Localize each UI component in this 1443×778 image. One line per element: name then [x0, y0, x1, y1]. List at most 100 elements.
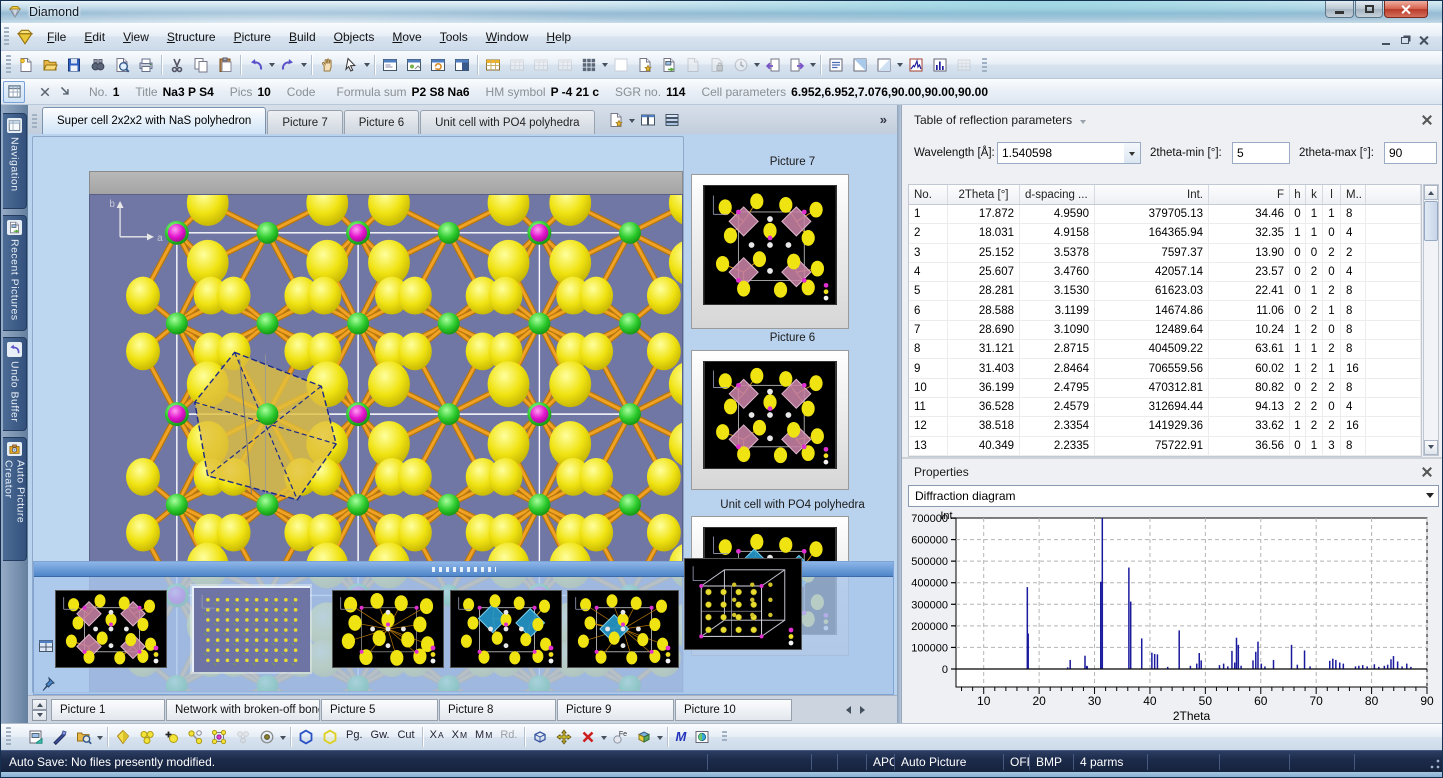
bottom-tab-network-with-broken-off-bonds[interactable]: Network with broken-off bonds: [166, 699, 320, 721]
goto-icon[interactable]: [55, 82, 75, 102]
table-row[interactable]: 728.6903.109012489.6410.241208: [909, 321, 1421, 340]
menu-view[interactable]: View: [114, 25, 158, 49]
column-header-blank[interactable]: [1366, 185, 1421, 204]
tab-picture-6[interactable]: Picture 6: [344, 110, 419, 134]
toolbar-undo-button[interactable]: [244, 53, 268, 77]
sidebar-item-auto-picture-creator[interactable]: Auto Picture Creator: [3, 437, 27, 561]
toolbar-pan-button[interactable]: [315, 53, 339, 77]
toolbar-open-button[interactable]: [38, 53, 62, 77]
column-header-no[interactable]: No.: [909, 185, 948, 204]
tab-super-cell-2x2x2-with-nas-polyhedron[interactable]: Super cell 2x2x2 with NaS polyhedron: [42, 107, 266, 134]
colored-cell[interactable]: [632, 725, 656, 749]
btoolbar-dropdown-arrow[interactable]: [656, 725, 664, 749]
title-bar[interactable]: Diamond: [1, 1, 1442, 23]
toolbar-jump-forward-button[interactable]: [785, 53, 809, 77]
browse-pictures[interactable]: [72, 725, 96, 749]
table-row[interactable]: 1238.5182.3354141929.3633.6212216: [909, 417, 1421, 436]
wavelength-combo[interactable]: [997, 142, 1125, 164]
btoolbar-dropdown-arrow[interactable]: [96, 725, 104, 749]
picture-sphere[interactable]: [690, 725, 714, 749]
destroy[interactable]: [576, 725, 600, 749]
properties-selector-dropdown[interactable]: Diffraction diagram: [908, 485, 1439, 507]
toolbar-table-orange-button[interactable]: [481, 53, 505, 77]
bottom-toolbar-overflow[interactable]: [722, 731, 727, 743]
menu-objects[interactable]: Objects: [325, 25, 384, 49]
doctab-dropdown-arrow[interactable]: [628, 108, 636, 132]
table-row[interactable]: 425.6073.476042057.1423.570204: [909, 263, 1421, 282]
toolbar-split-1-button[interactable]: [848, 53, 872, 77]
toolbar-grid-button[interactable]: [577, 53, 601, 77]
mdi-restore-button[interactable]: [1396, 33, 1413, 48]
table-scrollbar[interactable]: [1423, 184, 1439, 456]
menu-build[interactable]: Build: [280, 25, 325, 49]
menubar-grip[interactable]: [4, 27, 9, 47]
toolbar-print-preview-button[interactable]: [110, 53, 134, 77]
film-thumbnail-picture-5[interactable]: [332, 590, 444, 668]
column-header-d-spacing[interactable]: d-spacing ...: [1020, 185, 1095, 204]
mdi-close-button[interactable]: [1415, 33, 1432, 48]
xm-button[interactable]: XM: [448, 726, 471, 748]
sidebar-item-recent-pictures[interactable]: Recent Pictures: [3, 215, 27, 331]
menu-logo-icon[interactable]: [16, 28, 34, 46]
tab-unit-cell-with-po4-polyhedra[interactable]: Unit cell with PO4 polyhedra: [420, 110, 594, 134]
close-structure-icon[interactable]: [35, 82, 55, 102]
sidebar-item-undo-buffer[interactable]: Undo Buffer: [3, 337, 27, 431]
atom-cluster[interactable]: [135, 725, 159, 749]
doctab-new-picture-button[interactable]: [604, 108, 628, 132]
column-header-h[interactable]: h: [1290, 185, 1306, 204]
bottom-tab-picture-5[interactable]: Picture 5: [321, 699, 438, 721]
toolbar-paste-button[interactable]: [213, 53, 237, 77]
toolbar-blank-button[interactable]: [609, 53, 633, 77]
maximize-button[interactable]: [1355, 1, 1383, 18]
pane-menu-caret[interactable]: [1080, 120, 1086, 127]
tabbar-grip[interactable]: [32, 114, 37, 130]
create-bonds[interactable]: [183, 725, 207, 749]
mm-button[interactable]: MM: [471, 726, 496, 748]
menu-window[interactable]: Window: [477, 25, 538, 49]
toolbar-dropdown-arrow[interactable]: [601, 53, 609, 77]
toolbar-dropdown-arrow[interactable]: [809, 53, 817, 77]
film-thumbnail-network-with-broken-off-bonds[interactable]: [192, 586, 310, 672]
tab-overflow-chevron[interactable]: »: [880, 112, 887, 127]
toolbar-redo-button[interactable]: [276, 53, 300, 77]
menu-structure[interactable]: Structure: [158, 25, 225, 49]
builder-tool[interactable]: [48, 725, 72, 749]
menu-move[interactable]: Move: [383, 25, 430, 49]
toolbar-select-button[interactable]: [339, 53, 363, 77]
spin-down-button[interactable]: [32, 710, 47, 721]
toolbar-overflow[interactable]: [982, 58, 987, 72]
toolbar-dropdown-arrow[interactable]: [300, 53, 308, 77]
element-symbol[interactable]: Fe: [608, 725, 632, 749]
toolbar-dropdown-arrow[interactable]: [268, 53, 276, 77]
tmin-input[interactable]: [1232, 142, 1290, 164]
xa-button[interactable]: XA: [426, 726, 448, 748]
table-row[interactable]: 831.1212.8715404509.2263.611128: [909, 340, 1421, 359]
toolbar-new-document-button[interactable]: [14, 53, 38, 77]
table-row[interactable]: 117.8724.9590379705.1334.460118: [909, 205, 1421, 224]
ring-search-yellow[interactable]: [318, 725, 342, 749]
panel-window-icon[interactable]: [37, 638, 55, 654]
tabs-scroll-left-button[interactable]: [839, 699, 855, 721]
wavelength-dropdown-button[interactable]: [1124, 142, 1141, 164]
pane-divider[interactable]: [902, 457, 1443, 459]
table-row[interactable]: 931.4032.8464706559.5660.0212116: [909, 359, 1421, 378]
column-header-f[interactable]: F: [1209, 185, 1290, 204]
menu-edit[interactable]: Edit: [75, 25, 114, 49]
toolbar-dropdown-arrow[interactable]: [896, 53, 904, 77]
table-row[interactable]: 1036.1992.4795470312.8180.820228: [909, 379, 1421, 398]
column-header-2theta[interactable]: 2Theta [°]: [948, 185, 1020, 204]
doctab-win-list-button[interactable]: [660, 108, 684, 132]
spin-up-button[interactable]: [32, 699, 47, 710]
packing-button[interactable]: Pg.: [342, 726, 367, 748]
picture-properties[interactable]: [24, 725, 48, 749]
toolbar-chart-peak-button[interactable]: [904, 53, 928, 77]
toolbar-find-button[interactable]: [86, 53, 110, 77]
preview-thumbnail[interactable]: [703, 185, 837, 305]
structure-table-button[interactable]: [3, 81, 25, 103]
table-row[interactable]: 528.2813.153061623.0322.410128: [909, 282, 1421, 301]
scroll-down-button[interactable]: [1424, 440, 1438, 455]
ring-search-blue[interactable]: [294, 725, 318, 749]
toolbar-save-button[interactable]: [62, 53, 86, 77]
fill-cell[interactable]: [207, 725, 231, 749]
reflection-pane-close-icon[interactable]: [1419, 112, 1434, 127]
